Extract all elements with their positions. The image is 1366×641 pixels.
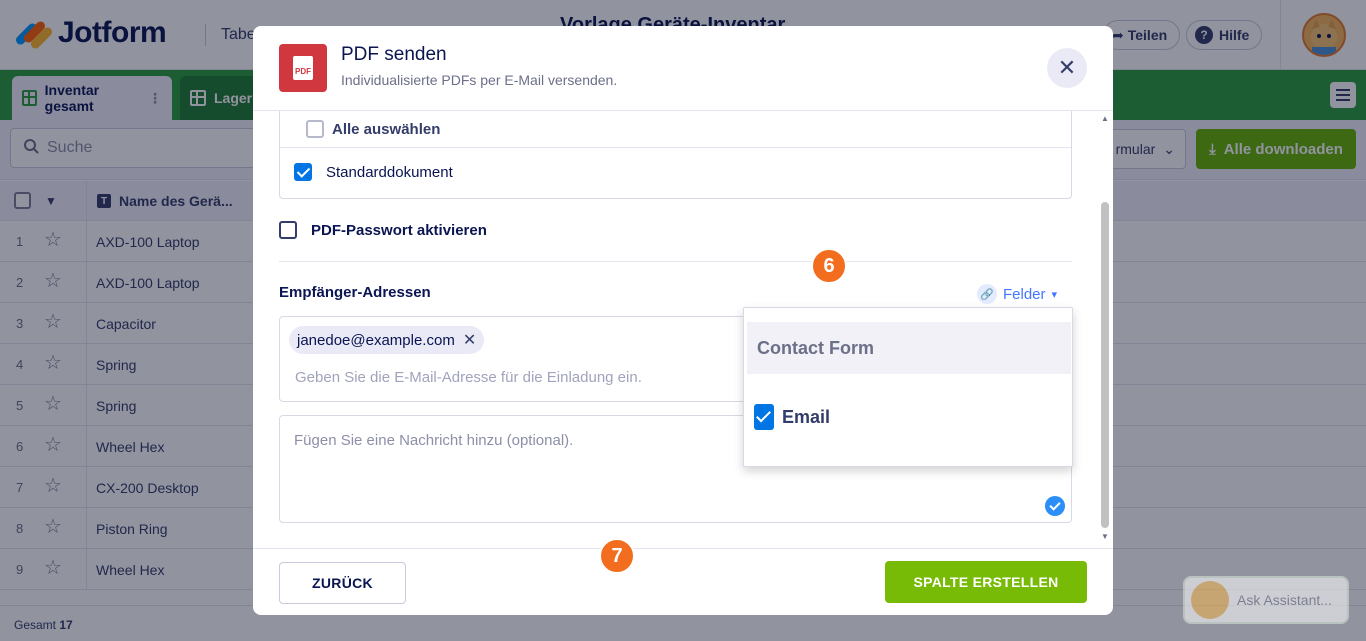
document-selection-box: Alle auswählen Standarddokument [279,111,1072,199]
create-column-button[interactable]: SPALTE ERSTELLEN [885,561,1087,603]
step-badge-7: 7 [599,538,635,574]
modal-subtitle: Individualisierte PDFs per E-Mail versen… [341,72,618,88]
message-placeholder: Fügen Sie eine Nachricht hinzu (optional… [294,432,574,449]
email-field-checkbox[interactable] [754,404,774,430]
scrollbar-thumb[interactable] [1101,202,1109,528]
standard-document-checkbox[interactable] [294,163,312,181]
check-circle-icon [1045,496,1065,516]
step-badge-6: 6 [811,248,847,284]
email-chip[interactable]: janedoe@example.com ✕ [289,326,485,354]
dropdown-item-email[interactable]: Email [754,404,830,430]
link-icon: 🔗 [977,284,997,304]
chevron-down-icon: ▾ [1051,288,1058,301]
select-all-label: Alle auswählen [332,120,441,138]
assistant-mascot-icon [1191,581,1229,619]
pdf-password-option[interactable]: PDF-Passwort aktivieren [279,218,487,242]
scroll-down-arrow-icon[interactable]: ▼ [1101,532,1109,541]
standard-document-option[interactable]: Standarddokument [294,157,453,187]
modal-scrollbar[interactable]: ▲ ▼ [1099,112,1111,546]
fields-dropdown-menu: Contact Form Email [743,307,1073,467]
select-all-option[interactable]: Alle auswählen [306,111,440,147]
pdf-file-icon: PDF [279,44,327,92]
modal-title: PDF senden [341,44,447,65]
scroll-up-arrow-icon[interactable]: ▲ [1101,114,1109,123]
close-icon[interactable]: ✕ [1047,48,1087,88]
divider [280,147,1071,148]
select-all-checkbox[interactable] [306,120,324,138]
standard-document-label: Standarddokument [326,163,453,181]
ask-assistant-button[interactable]: Ask Assistant... [1183,576,1349,624]
dropdown-group-header: Contact Form [747,322,1071,374]
pdf-icon-label: PDF [293,56,313,80]
pdf-password-label: PDF-Passwort aktivieren [311,221,487,239]
recipients-label: Empfänger-Adressen [279,284,431,301]
modal-footer: ZURÜCK SPALTE ERSTELLEN [253,548,1113,615]
fields-dropdown-toggle[interactable]: 🔗 Felder ▾ [977,284,1057,304]
email-chip-label: janedoe@example.com [297,331,455,349]
divider [279,261,1072,262]
fields-label: Felder [1003,285,1046,303]
assistant-label: Ask Assistant... [1237,592,1332,608]
remove-icon[interactable]: ✕ [463,330,476,350]
modal-header: PDF PDF senden Individualisierte PDFs pe… [253,26,1113,111]
dropdown-item-label: Email [782,406,831,427]
back-button[interactable]: ZURÜCK [279,562,406,604]
email-placeholder: Geben Sie die E-Mail-Adresse für die Ein… [295,369,642,386]
pdf-password-checkbox[interactable] [279,221,297,239]
